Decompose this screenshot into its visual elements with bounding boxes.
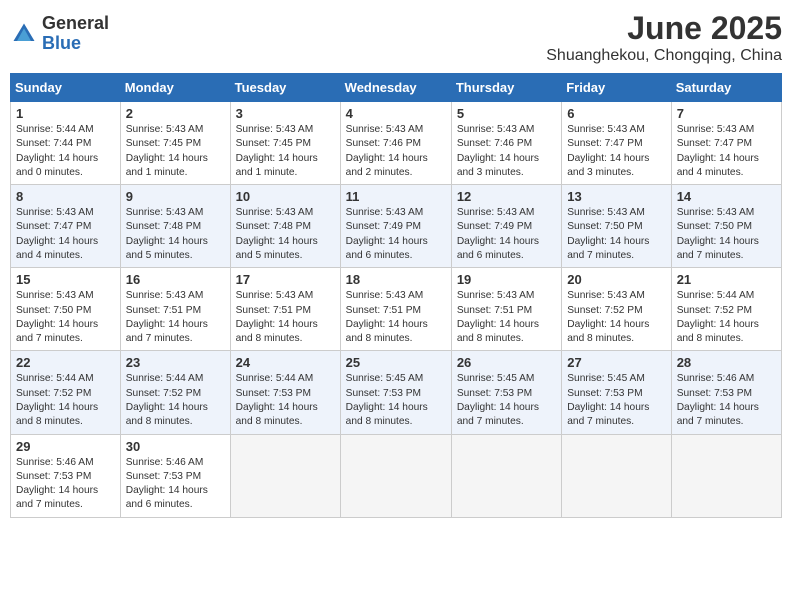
day-5: 5 Sunrise: 5:43 AMSunset: 7:46 PMDayligh…	[451, 102, 561, 185]
day-3: 3 Sunrise: 5:43 AMSunset: 7:45 PMDayligh…	[230, 102, 340, 185]
logo-blue: Blue	[42, 34, 109, 54]
calendar: Sunday Monday Tuesday Wednesday Thursday…	[10, 73, 782, 518]
week-3: 15 Sunrise: 5:43 AMSunset: 7:50 PMDaylig…	[11, 268, 782, 351]
week-4: 22 Sunrise: 5:44 AMSunset: 7:52 PMDaylig…	[11, 351, 782, 434]
empty-1	[230, 434, 340, 517]
day-14: 14 Sunrise: 5:43 AMSunset: 7:50 PMDaylig…	[671, 185, 781, 268]
day-12: 12 Sunrise: 5:43 AMSunset: 7:49 PMDaylig…	[451, 185, 561, 268]
day-9: 9 Sunrise: 5:43 AMSunset: 7:48 PMDayligh…	[120, 185, 230, 268]
empty-2	[340, 434, 451, 517]
day-7: 7 Sunrise: 5:43 AMSunset: 7:47 PMDayligh…	[671, 102, 781, 185]
day-20: 20 Sunrise: 5:43 AMSunset: 7:52 PMDaylig…	[562, 268, 671, 351]
week-1: 1 Sunrise: 5:44 AMSunset: 7:44 PMDayligh…	[11, 102, 782, 185]
week-2: 8 Sunrise: 5:43 AMSunset: 7:47 PMDayligh…	[11, 185, 782, 268]
logo-text: General Blue	[42, 14, 109, 54]
day-24: 24 Sunrise: 5:44 AMSunset: 7:53 PMDaylig…	[230, 351, 340, 434]
day-28: 28 Sunrise: 5:46 AMSunset: 7:53 PMDaylig…	[671, 351, 781, 434]
header-wednesday: Wednesday	[340, 74, 451, 102]
day-6: 6 Sunrise: 5:43 AMSunset: 7:47 PMDayligh…	[562, 102, 671, 185]
day-19: 19 Sunrise: 5:43 AMSunset: 7:51 PMDaylig…	[451, 268, 561, 351]
day-29: 29 Sunrise: 5:46 AMSunset: 7:53 PMDaylig…	[11, 434, 121, 517]
day-4: 4 Sunrise: 5:43 AMSunset: 7:46 PMDayligh…	[340, 102, 451, 185]
header-saturday: Saturday	[671, 74, 781, 102]
day-headers: Sunday Monday Tuesday Wednesday Thursday…	[11, 74, 782, 102]
day-1: 1 Sunrise: 5:44 AMSunset: 7:44 PMDayligh…	[11, 102, 121, 185]
week-5: 29 Sunrise: 5:46 AMSunset: 7:53 PMDaylig…	[11, 434, 782, 517]
day-25: 25 Sunrise: 5:45 AMSunset: 7:53 PMDaylig…	[340, 351, 451, 434]
header-friday: Friday	[562, 74, 671, 102]
day-10: 10 Sunrise: 5:43 AMSunset: 7:48 PMDaylig…	[230, 185, 340, 268]
day-18: 18 Sunrise: 5:43 AMSunset: 7:51 PMDaylig…	[340, 268, 451, 351]
day-15: 15 Sunrise: 5:43 AMSunset: 7:50 PMDaylig…	[11, 268, 121, 351]
header-tuesday: Tuesday	[230, 74, 340, 102]
day-22: 22 Sunrise: 5:44 AMSunset: 7:52 PMDaylig…	[11, 351, 121, 434]
day-16: 16 Sunrise: 5:43 AMSunset: 7:51 PMDaylig…	[120, 268, 230, 351]
day-27: 27 Sunrise: 5:45 AMSunset: 7:53 PMDaylig…	[562, 351, 671, 434]
day-17: 17 Sunrise: 5:43 AMSunset: 7:51 PMDaylig…	[230, 268, 340, 351]
day-21: 21 Sunrise: 5:44 AMSunset: 7:52 PMDaylig…	[671, 268, 781, 351]
header-thursday: Thursday	[451, 74, 561, 102]
logo-icon	[10, 20, 38, 48]
day-8: 8 Sunrise: 5:43 AMSunset: 7:47 PMDayligh…	[11, 185, 121, 268]
empty-4	[562, 434, 671, 517]
location-title: Shuanghekou, Chongqing, China	[546, 47, 782, 65]
day-30: 30 Sunrise: 5:46 AMSunset: 7:53 PMDaylig…	[120, 434, 230, 517]
header: General Blue June 2025 Shuanghekou, Chon…	[10, 10, 782, 65]
logo: General Blue	[10, 14, 109, 54]
month-title: June 2025	[546, 10, 782, 47]
empty-5	[671, 434, 781, 517]
empty-3	[451, 434, 561, 517]
day-2: 2 Sunrise: 5:43 AMSunset: 7:45 PMDayligh…	[120, 102, 230, 185]
day-11: 11 Sunrise: 5:43 AMSunset: 7:49 PMDaylig…	[340, 185, 451, 268]
header-sunday: Sunday	[11, 74, 121, 102]
day-13: 13 Sunrise: 5:43 AMSunset: 7:50 PMDaylig…	[562, 185, 671, 268]
day-23: 23 Sunrise: 5:44 AMSunset: 7:52 PMDaylig…	[120, 351, 230, 434]
day-26: 26 Sunrise: 5:45 AMSunset: 7:53 PMDaylig…	[451, 351, 561, 434]
logo-general: General	[42, 14, 109, 34]
header-monday: Monday	[120, 74, 230, 102]
title-area: June 2025 Shuanghekou, Chongqing, China	[546, 10, 782, 65]
